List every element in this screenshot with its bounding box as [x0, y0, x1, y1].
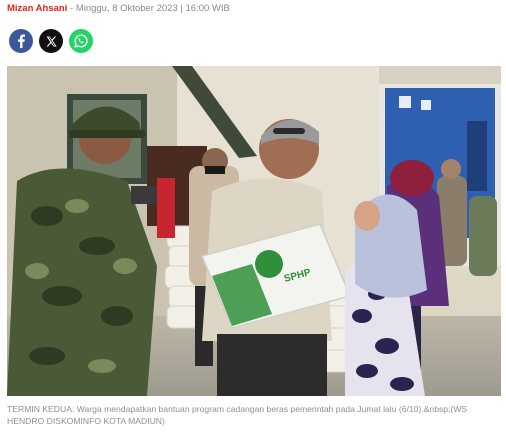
x-icon [46, 36, 57, 46]
author-name[interactable]: Mizan Ahsani [7, 3, 67, 14]
share-buttons [9, 29, 93, 53]
article-byline: Mizan Ahsani - Minggu, 8 Oktober 2023 | … [7, 3, 230, 15]
photo-caption: TERMIN KEDUA: Warga mendapatkan bantuan … [7, 404, 468, 426]
publish-date: Minggu, 8 Oktober 2023 | 16:00 WIB [75, 3, 230, 14]
share-x-button[interactable] [39, 29, 63, 53]
article-photo[interactable]: SPHP [7, 66, 501, 396]
byline-separator: - [67, 3, 76, 14]
rice-aid-distribution-photo: SPHP [7, 66, 501, 396]
share-whatsapp-button[interactable] [69, 29, 93, 53]
facebook-icon [18, 34, 25, 48]
whatsapp-icon [74, 34, 88, 48]
share-facebook-button[interactable] [9, 29, 33, 53]
